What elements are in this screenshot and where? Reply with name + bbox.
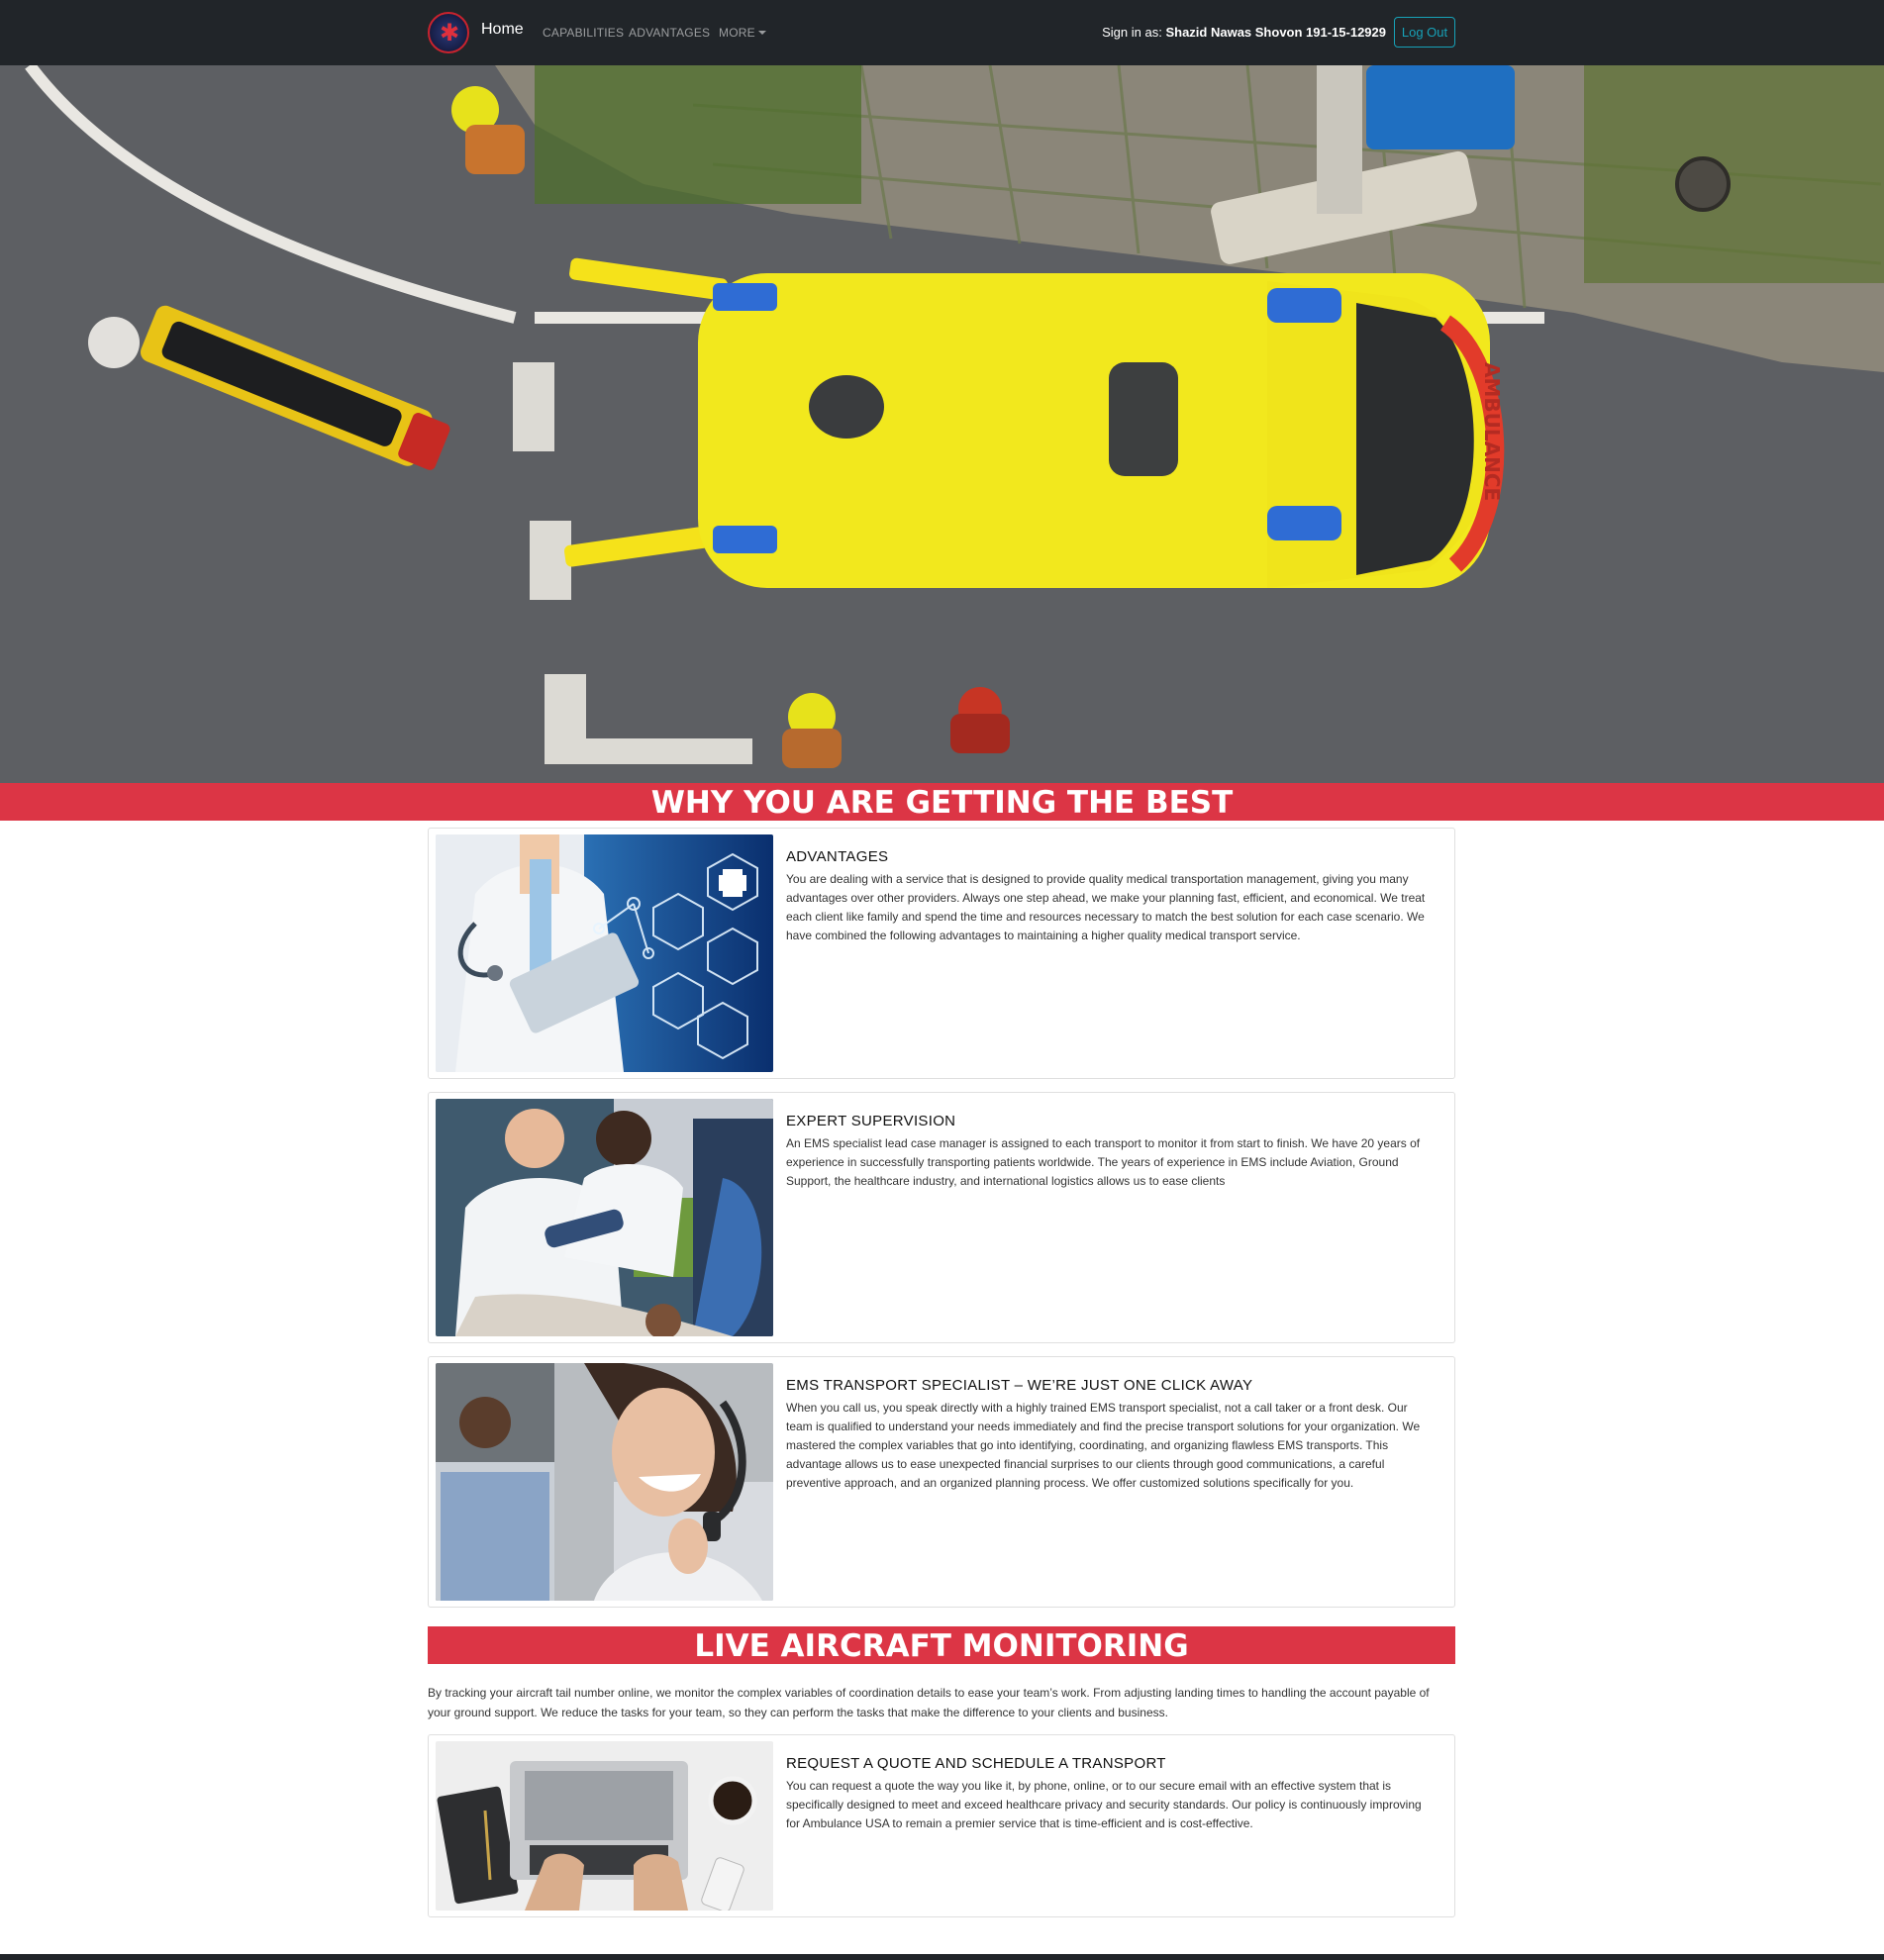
nav-dropdown-more[interactable]: MORE — [719, 26, 766, 40]
card-title: EMS TRANSPORT SPECIALIST – WE’RE JUST ON… — [786, 1377, 1253, 1394]
nav-dropdown-more-label: MORE — [719, 26, 755, 40]
card-text: You can request a quote the way you like… — [786, 1779, 1422, 1830]
advantages-card: ADVANTAGES You are dealing with a servic… — [428, 828, 1455, 1079]
request-quote-card: REQUEST A QUOTE AND SCHEDULE A TRANSPORT… — [428, 1734, 1455, 1917]
nav-link-capabilities[interactable]: CAPABILITIES — [543, 26, 624, 40]
paramedics-patient-photo — [436, 1099, 773, 1336]
caret-down-icon — [757, 31, 766, 35]
card-text: You are dealing with a service that is d… — [786, 872, 1426, 942]
live-aircraft-monitoring-banner: LIVE AIRCRAFT MONITORING — [428, 1626, 1455, 1664]
why-best-banner: WHY YOU ARE GETTING THE BEST — [0, 783, 1884, 821]
ems-specialist-card-body: EMS TRANSPORT SPECIALIST – WE’RE JUST ON… — [786, 1377, 1437, 1493]
card-text: An EMS specialist lead case manager is a… — [786, 1136, 1421, 1188]
ambulance-lettering: AMBULANCE — [1480, 362, 1504, 501]
card-text: When you call us, you speak directly wit… — [786, 1401, 1421, 1490]
signed-in-user: Sign in as: Shazid Nawas Shovon 191-15-1… — [1102, 25, 1386, 40]
monitoring-paragraph: By tracking your aircraft tail number on… — [428, 1686, 1430, 1719]
hero-image: AMBULANCE — [0, 65, 1884, 783]
doctor-tablet-medical-icons-photo — [436, 834, 773, 1072]
top-navbar: ✱ Home CAPABILITIES ADVANTAGES MORE Sign… — [0, 0, 1884, 65]
laptop-desk-photo — [436, 1741, 773, 1911]
expert-supervision-card: EXPERT SUPERVISION An EMS specialist lea… — [428, 1092, 1455, 1343]
ems-specialist-card: EMS TRANSPORT SPECIALIST – WE’RE JUST ON… — [428, 1356, 1455, 1608]
expert-supervision-card-body: EXPERT SUPERVISION An EMS specialist lea… — [786, 1113, 1437, 1191]
signin-prefix: Sign in as: — [1102, 25, 1162, 40]
request-quote-card-body: REQUEST A QUOTE AND SCHEDULE A TRANSPORT… — [786, 1755, 1437, 1833]
card-title: EXPERT SUPERVISION — [786, 1113, 956, 1129]
logout-button[interactable]: Log Out — [1394, 17, 1455, 48]
footer-strip — [0, 1954, 1884, 1960]
nav-link-advantages[interactable]: ADVANTAGES — [629, 26, 710, 40]
advantages-card-body: ADVANTAGES You are dealing with a servic… — [786, 848, 1437, 945]
nav-home-link[interactable]: Home — [481, 21, 524, 39]
card-title: REQUEST A QUOTE AND SCHEDULE A TRANSPORT — [786, 1755, 1166, 1772]
user-name: Shazid Nawas Shovon 191-15-12929 — [1165, 25, 1386, 40]
card-title: ADVANTAGES — [786, 848, 889, 865]
aerial-ambulance-photo: AMBULANCE — [0, 65, 1884, 783]
call-center-agent-photo — [436, 1363, 773, 1601]
navbar-container: ✱ Home CAPABILITIES ADVANTAGES MORE Sign… — [428, 0, 1455, 65]
star-of-life-logo-icon[interactable]: ✱ — [428, 12, 469, 53]
